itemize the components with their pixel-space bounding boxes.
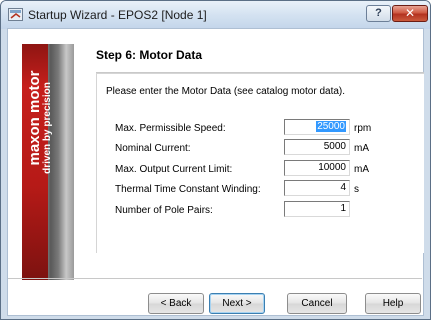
max-speed-value: 25000	[316, 121, 346, 132]
nominal-current-label: Nominal Current:	[115, 143, 191, 154]
max-output-current-unit: mA	[354, 164, 369, 175]
help-button[interactable]: Help	[365, 293, 421, 314]
next-button[interactable]: Next >	[209, 293, 265, 314]
maxon-motor-banner: maxon motor driven by precision	[22, 44, 74, 280]
motor-data-panel	[96, 73, 424, 253]
thermal-time-constant-input[interactable]: 4	[284, 180, 350, 196]
close-button[interactable]: ✕	[392, 5, 428, 22]
max-output-current-label: Max. Output Current Limit:	[115, 164, 233, 175]
footer-divider	[8, 278, 422, 279]
cancel-button[interactable]: Cancel	[287, 293, 347, 314]
wizard-app-icon	[8, 8, 23, 21]
max-speed-unit: rpm	[354, 123, 372, 134]
banner-tagline-text: driven by precision	[42, 82, 53, 174]
max-speed-label: Max. Permissible Speed:	[115, 123, 226, 134]
title-help-button[interactable]: ?	[366, 5, 391, 22]
pole-pairs-label: Number of Pole Pairs:	[115, 205, 213, 216]
pole-pairs-input[interactable]: 1	[284, 201, 350, 217]
instruction-text: Please enter the Motor Data (see catalog…	[106, 86, 346, 97]
step-title: Step 6: Motor Data	[96, 48, 203, 62]
window-title: Startup Wizard - EPOS2 [Node 1]	[28, 8, 207, 22]
nominal-current-unit: mA	[354, 143, 369, 154]
back-button[interactable]: < Back	[148, 293, 204, 314]
max-output-current-input[interactable]: 10000	[284, 160, 350, 176]
nominal-current-input[interactable]: 5000	[284, 139, 350, 155]
thermal-time-constant-label: Thermal Time Constant Winding:	[115, 184, 261, 195]
thermal-time-constant-unit: s	[354, 184, 359, 195]
max-speed-input[interactable]: 25000	[284, 119, 350, 135]
